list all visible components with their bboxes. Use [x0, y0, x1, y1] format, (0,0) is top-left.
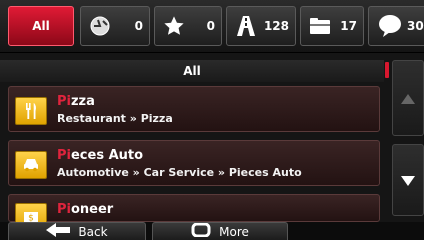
result-name: Pizza — [57, 94, 95, 109]
triangle-down-icon — [401, 171, 415, 190]
list-item[interactable]: Pizza Restaurant » Pizza — [8, 86, 380, 132]
list-item[interactable]: Pieces Auto Automotive » Car Service » P… — [8, 140, 380, 186]
tab-places[interactable]: 17 — [300, 6, 364, 46]
more-button[interactable]: More — [152, 222, 288, 240]
tab-places-count: 17 — [340, 19, 357, 33]
back-button[interactable]: Back — [8, 222, 146, 240]
category-tab-bar: All 0 0 128 17 30 — [0, 0, 424, 53]
tab-all-label: All — [32, 19, 50, 33]
tab-road[interactable]: 128 — [226, 6, 296, 46]
scroll-up-button[interactable] — [392, 60, 424, 136]
more-icon — [191, 222, 211, 240]
scroll-down-button[interactable] — [392, 144, 424, 216]
star-icon — [163, 15, 185, 37]
speech-bubble-icon — [377, 14, 403, 38]
result-name: Pieces Auto — [57, 148, 144, 163]
more-label: More — [219, 224, 249, 239]
car-icon — [15, 151, 47, 179]
scroll-position-indicator — [385, 62, 389, 78]
section-header: All — [0, 60, 384, 82]
result-category-path: Restaurant » Pizza — [57, 112, 173, 125]
list-item[interactable]: $ Pioneer — [8, 194, 380, 231]
tab-all[interactable]: All — [8, 6, 74, 46]
tab-recent[interactable]: 0 — [80, 6, 150, 46]
fork-knife-icon — [15, 97, 47, 125]
folder-icon — [309, 16, 331, 36]
result-category-path: Automotive » Car Service » Pieces Auto — [57, 166, 302, 179]
recent-icon — [89, 15, 111, 37]
tab-comments[interactable]: 300 — [368, 6, 424, 46]
tab-favorites[interactable]: 0 — [154, 6, 222, 46]
section-title: All — [183, 64, 201, 78]
tab-recent-count: 0 — [134, 19, 143, 33]
tab-road-count: 128 — [263, 19, 289, 33]
back-label: Back — [78, 224, 108, 239]
result-name: Pioneer — [57, 202, 114, 217]
bottom-bar: Back More — [0, 222, 424, 240]
triangle-up-icon — [401, 89, 415, 108]
arrow-left-icon — [46, 223, 71, 240]
tab-comments-count: 300 — [407, 19, 424, 33]
tab-favorites-count: 0 — [206, 19, 215, 33]
road-icon — [235, 14, 257, 38]
